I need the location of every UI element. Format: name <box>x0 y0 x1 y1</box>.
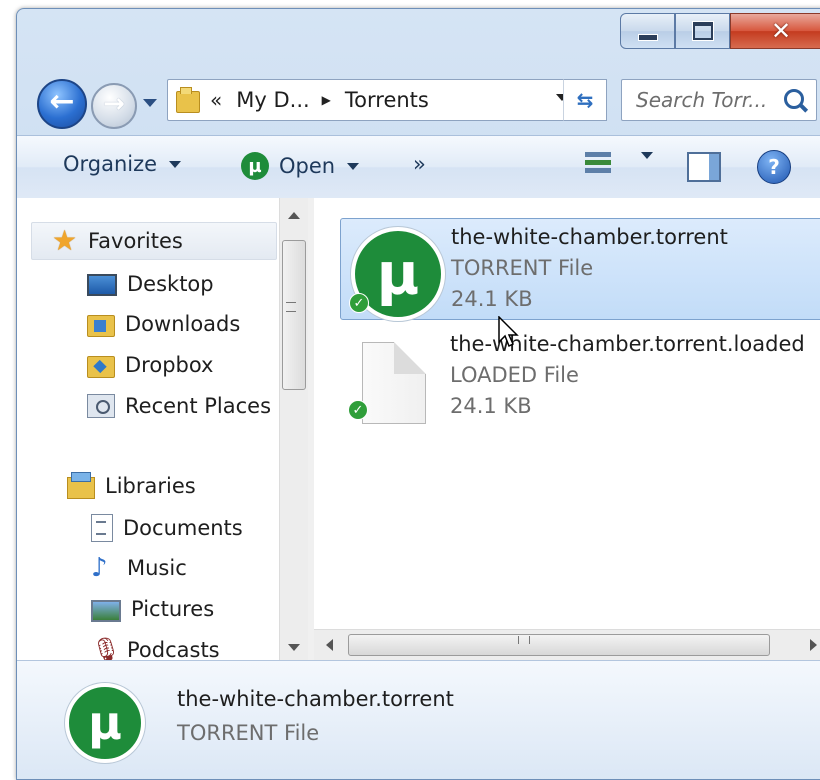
sync-check-icon: ✓ <box>349 293 369 313</box>
sidebar-item-label: Pictures <box>131 597 215 621</box>
details-file-type: TORRENT File <box>177 721 320 745</box>
open-label: Open <box>279 154 336 178</box>
minimize-button[interactable] <box>620 13 675 49</box>
chevron-down-icon <box>169 160 182 168</box>
refresh-button[interactable]: ⇆ <box>563 79 607 121</box>
folder-icon <box>176 87 200 113</box>
file-list: µ ✓ the-white-chamber.torrent TORRENT Fi… <box>314 198 820 660</box>
sidebar-item-favorites[interactable]: ★ Favorites <box>31 222 277 260</box>
address-bar[interactable]: « My D... ▶ Torrents <box>167 79 579 121</box>
libraries-icon <box>67 472 95 499</box>
maximize-icon <box>692 22 713 40</box>
file-type: LOADED File <box>450 363 579 387</box>
caption-buttons: ✕ <box>620 13 820 49</box>
sidebar-item-label: Music <box>127 556 187 580</box>
search-placeholder: Search Torr... <box>636 88 768 112</box>
scroll-right-icon[interactable] <box>810 639 817 651</box>
breadcrumb-my-documents[interactable]: My D... <box>236 88 309 112</box>
close-icon: ✕ <box>770 17 792 45</box>
sidebar-item-label: Desktop <box>127 272 214 296</box>
file-item-torrent[interactable]: µ ✓ the-white-chamber.torrent TORRENT Fi… <box>340 218 820 321</box>
chevron-down-icon <box>641 152 653 159</box>
open-button[interactable]: µ Open <box>241 152 360 180</box>
forward-arrow-icon: → <box>103 89 125 119</box>
minimize-icon <box>637 33 658 41</box>
back-arrow-icon: ← <box>49 84 75 119</box>
file-size: 24.1 KB <box>450 394 532 418</box>
file-name: the-white-chamber.torrent <box>451 225 728 249</box>
details-pane: µ the-white-chamber.torrent TORRENT File <box>17 660 820 779</box>
forward-button[interactable]: → <box>91 83 137 129</box>
search-icon[interactable] <box>784 89 804 109</box>
scrollbar-grip-icon <box>286 302 296 312</box>
command-bar: Organize µ Open » ? <box>17 135 820 199</box>
documents-icon <box>91 514 113 542</box>
navigation-scrollbar[interactable] <box>279 198 308 660</box>
desktop-icon <box>87 274 117 296</box>
file-item-loaded[interactable]: ✓ the-white-chamber.torrent.loaded LOADE… <box>340 326 820 426</box>
utorrent-icon: µ <box>241 152 269 180</box>
change-view-icon[interactable] <box>585 150 613 178</box>
sidebar-item-label: Podcasts <box>127 638 220 662</box>
breadcrumb-overflow[interactable]: « <box>210 88 222 112</box>
utorrent-icon: µ <box>65 683 145 763</box>
pictures-icon <box>91 599 121 622</box>
star-icon: ★ <box>52 224 78 257</box>
close-button[interactable]: ✕ <box>730 13 820 49</box>
view-options-dropdown[interactable] <box>629 152 653 159</box>
blank-file-icon <box>362 342 426 424</box>
scroll-left-icon[interactable] <box>326 639 333 651</box>
file-size: 24.1 KB <box>451 287 533 311</box>
file-type: TORRENT File <box>451 256 594 280</box>
breadcrumb-torrents[interactable]: Torrents <box>345 88 429 112</box>
downloads-folder-icon <box>87 315 115 337</box>
back-button[interactable]: ← <box>37 79 87 129</box>
navigation-pane: ★ Favorites Desktop Downloads Dropbox Re… <box>17 198 310 663</box>
recent-places-icon <box>87 394 115 418</box>
chevron-down-icon <box>347 162 360 170</box>
help-icon[interactable]: ? <box>757 150 791 184</box>
search-input[interactable]: Search Torr... <box>621 79 817 121</box>
more-commands-button[interactable]: » <box>413 152 426 176</box>
recent-pages-dropdown[interactable] <box>143 99 157 107</box>
scroll-down-icon[interactable] <box>288 644 300 651</box>
scrollbar-thumb[interactable] <box>348 634 770 656</box>
sync-check-icon: ✓ <box>348 400 368 420</box>
sidebar-item-label: Downloads <box>125 312 241 336</box>
sidebar-item-label: Recent Places <box>125 394 272 418</box>
breadcrumb-separator-icon[interactable]: ▶ <box>322 93 331 107</box>
scroll-up-icon[interactable] <box>288 212 300 219</box>
sidebar-item-label: Dropbox <box>125 353 214 377</box>
details-file-name: the-white-chamber.torrent <box>177 687 454 711</box>
file-list-horizontal-scrollbar[interactable] <box>314 629 820 660</box>
preview-pane-icon[interactable] <box>687 152 721 182</box>
scrollbar-grip-icon <box>518 636 530 644</box>
more-commands-label: » <box>413 152 426 176</box>
sidebar-item-label: Documents <box>123 516 243 540</box>
maximize-button[interactable] <box>675 13 730 49</box>
sidebar-item-label: Libraries <box>105 474 196 498</box>
organize-button[interactable]: Organize <box>63 152 182 176</box>
organize-label: Organize <box>63 152 158 176</box>
scrollbar-thumb[interactable] <box>282 240 306 390</box>
sidebar-item-label: Favorites <box>88 229 183 253</box>
dropbox-folder-icon <box>87 356 115 378</box>
refresh-icon: ⇆ <box>576 88 594 112</box>
explorer-window: ✕ ← → « My D... ▶ Torrents ⇆ Search Torr… <box>16 8 820 780</box>
music-icon: ♪ <box>91 553 108 583</box>
mouse-cursor-icon <box>498 316 519 348</box>
